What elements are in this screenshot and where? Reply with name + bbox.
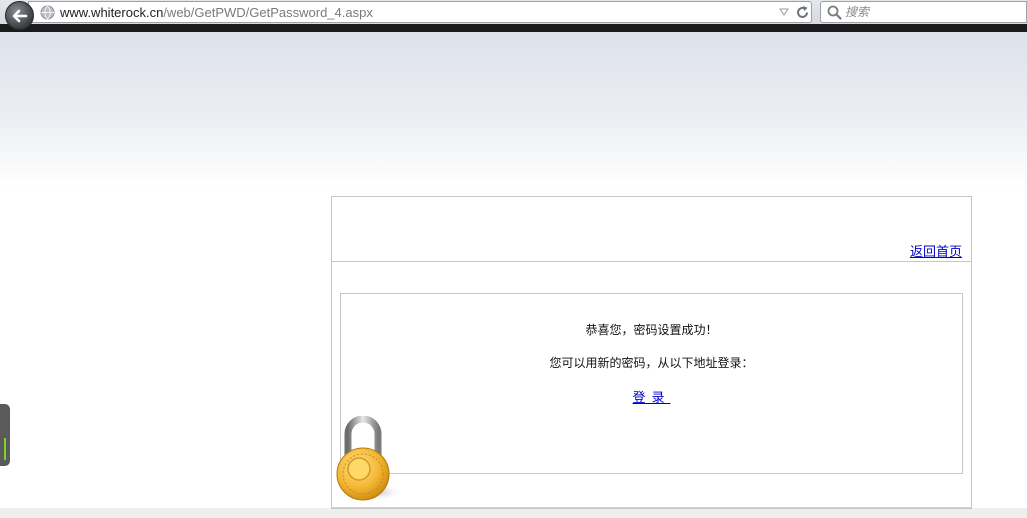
panel-bottom-border bbox=[332, 507, 972, 508]
success-message: 恭喜您，密码设置成功！ bbox=[585, 323, 718, 337]
page-footer-strip bbox=[0, 508, 1027, 518]
back-arrow-icon bbox=[12, 9, 28, 23]
url-path: /web/GetPWD/GetPassword_4.aspx bbox=[163, 5, 373, 20]
url-text[interactable]: www.whiterock.cn/web/GetPWD/GetPassword_… bbox=[60, 5, 373, 20]
toolbar-divider bbox=[0, 24, 1027, 32]
page-header-background bbox=[0, 32, 1027, 187]
message-box: 恭喜您，密码设置成功！ 您可以用新的密码，从以下地址登录： 登录 bbox=[340, 293, 963, 474]
panel-header: 返回首页 bbox=[332, 197, 971, 262]
address-bar[interactable]: www.whiterock.cn/web/GetPWD/GetPassword_… bbox=[28, 1, 812, 23]
side-tab-indicator bbox=[4, 438, 6, 460]
login-link[interactable]: 登录 bbox=[632, 391, 670, 406]
password-result-panel: 返回首页 恭喜您，密码设置成功！ 您可以用新的密码，从以下地址登录： 登录 bbox=[331, 196, 972, 509]
search-icon[interactable] bbox=[827, 5, 842, 20]
dropdown-icon[interactable] bbox=[779, 8, 789, 16]
search-bar[interactable] bbox=[820, 1, 1027, 23]
globe-icon bbox=[40, 5, 55, 20]
login-link-wrapper: 登录 bbox=[341, 387, 962, 406]
home-link[interactable]: 返回首页 bbox=[910, 241, 962, 260]
instruction-message: 您可以用新的密码，从以下地址登录： bbox=[549, 356, 754, 370]
back-button[interactable] bbox=[5, 1, 34, 30]
side-tab-handle[interactable] bbox=[0, 404, 10, 466]
url-host: www.whiterock.cn bbox=[60, 5, 164, 20]
padlock-icon bbox=[336, 416, 404, 501]
reload-icon[interactable] bbox=[795, 5, 810, 20]
search-input[interactable] bbox=[845, 4, 1015, 20]
